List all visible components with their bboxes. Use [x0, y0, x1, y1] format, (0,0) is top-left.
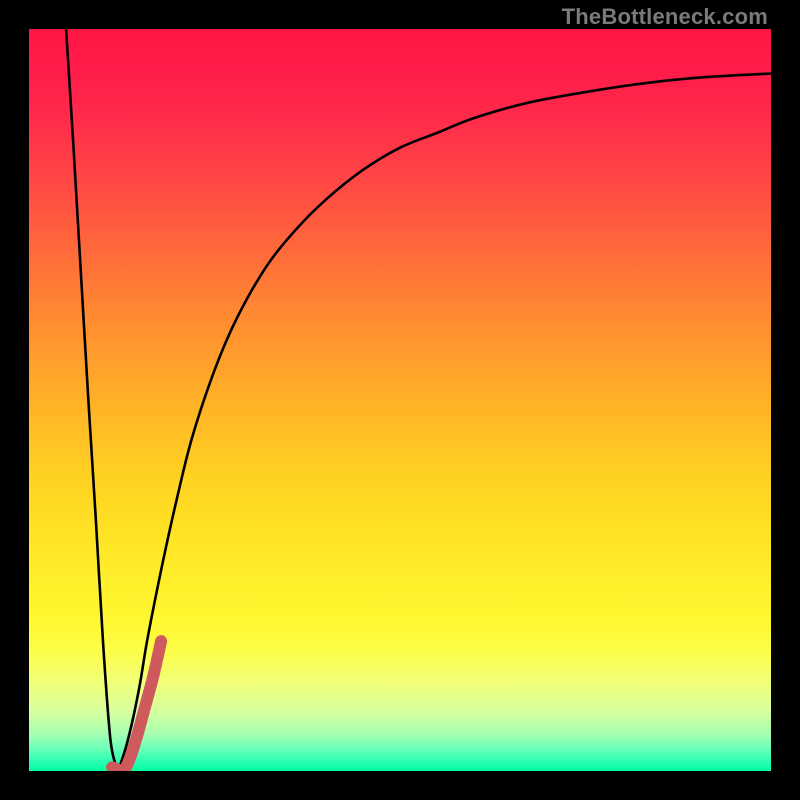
- outer-black-frame: TheBottleneck.com: [0, 0, 800, 800]
- chart-svg: [29, 29, 771, 771]
- plot-area: [29, 29, 771, 771]
- watermark-text: TheBottleneck.com: [562, 4, 768, 30]
- gradient-rect: [29, 29, 771, 771]
